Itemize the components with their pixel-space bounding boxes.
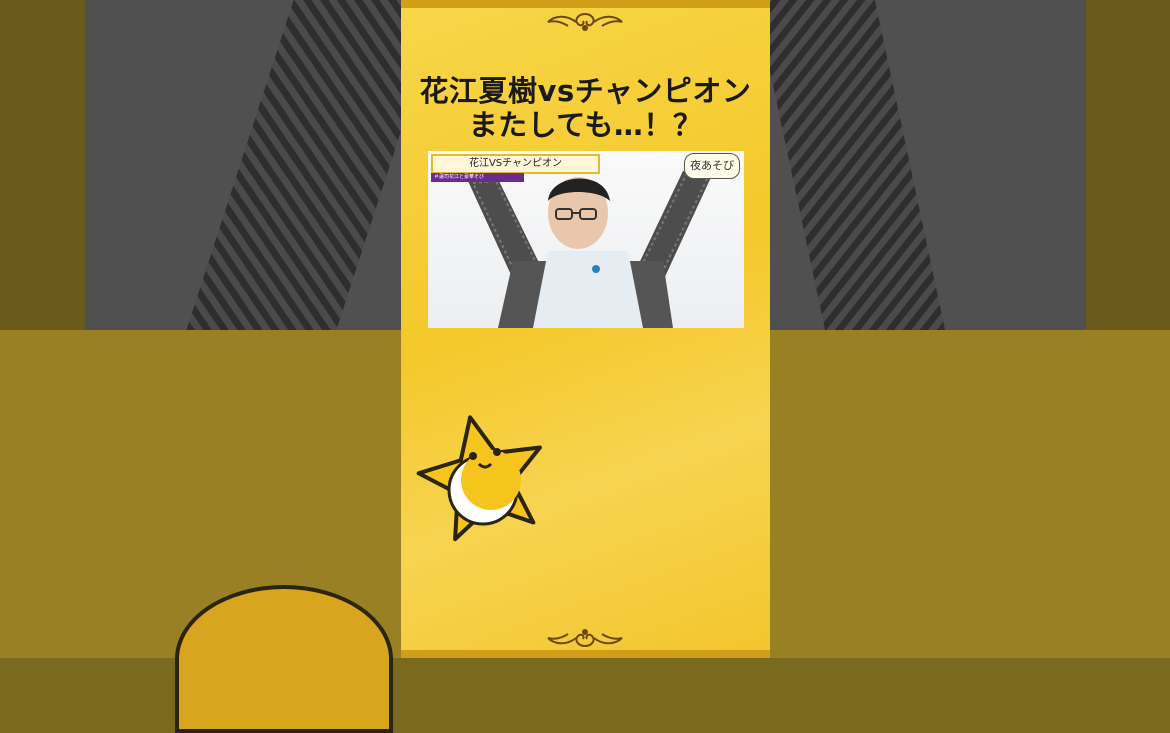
- title-line-2: またしても…！？: [468, 108, 703, 142]
- video-caption-sub: ＃蓮司花江と豪華そび: [431, 173, 524, 182]
- backdrop-mascot: [175, 585, 393, 733]
- short-video-panel[interactable]: 花江夏樹vsチャンピオン またしても…！？ 花江VSチャンピオン ＃蓮司花江と豪: [401, 0, 770, 658]
- title-line-1: 花江夏樹vsチャンピオン: [419, 74, 752, 108]
- video-title: 花江夏樹vsチャンピオン またしても…！？: [401, 74, 770, 142]
- flourish-ornament-icon: [547, 13, 623, 31]
- panel-top-border: [401, 0, 770, 8]
- video-caption: 花江VSチャンピオン: [431, 154, 600, 174]
- program-logo: 夜あそび: [684, 153, 740, 179]
- video-frame[interactable]: 花江VSチャンピオン ＃蓮司花江と豪華そび 夜あそび: [428, 151, 744, 328]
- star-moon-mascot-icon: [416, 415, 542, 542]
- flourish-ornament-bottom-icon: [547, 629, 623, 647]
- panel-bottom-border: [401, 650, 770, 658]
